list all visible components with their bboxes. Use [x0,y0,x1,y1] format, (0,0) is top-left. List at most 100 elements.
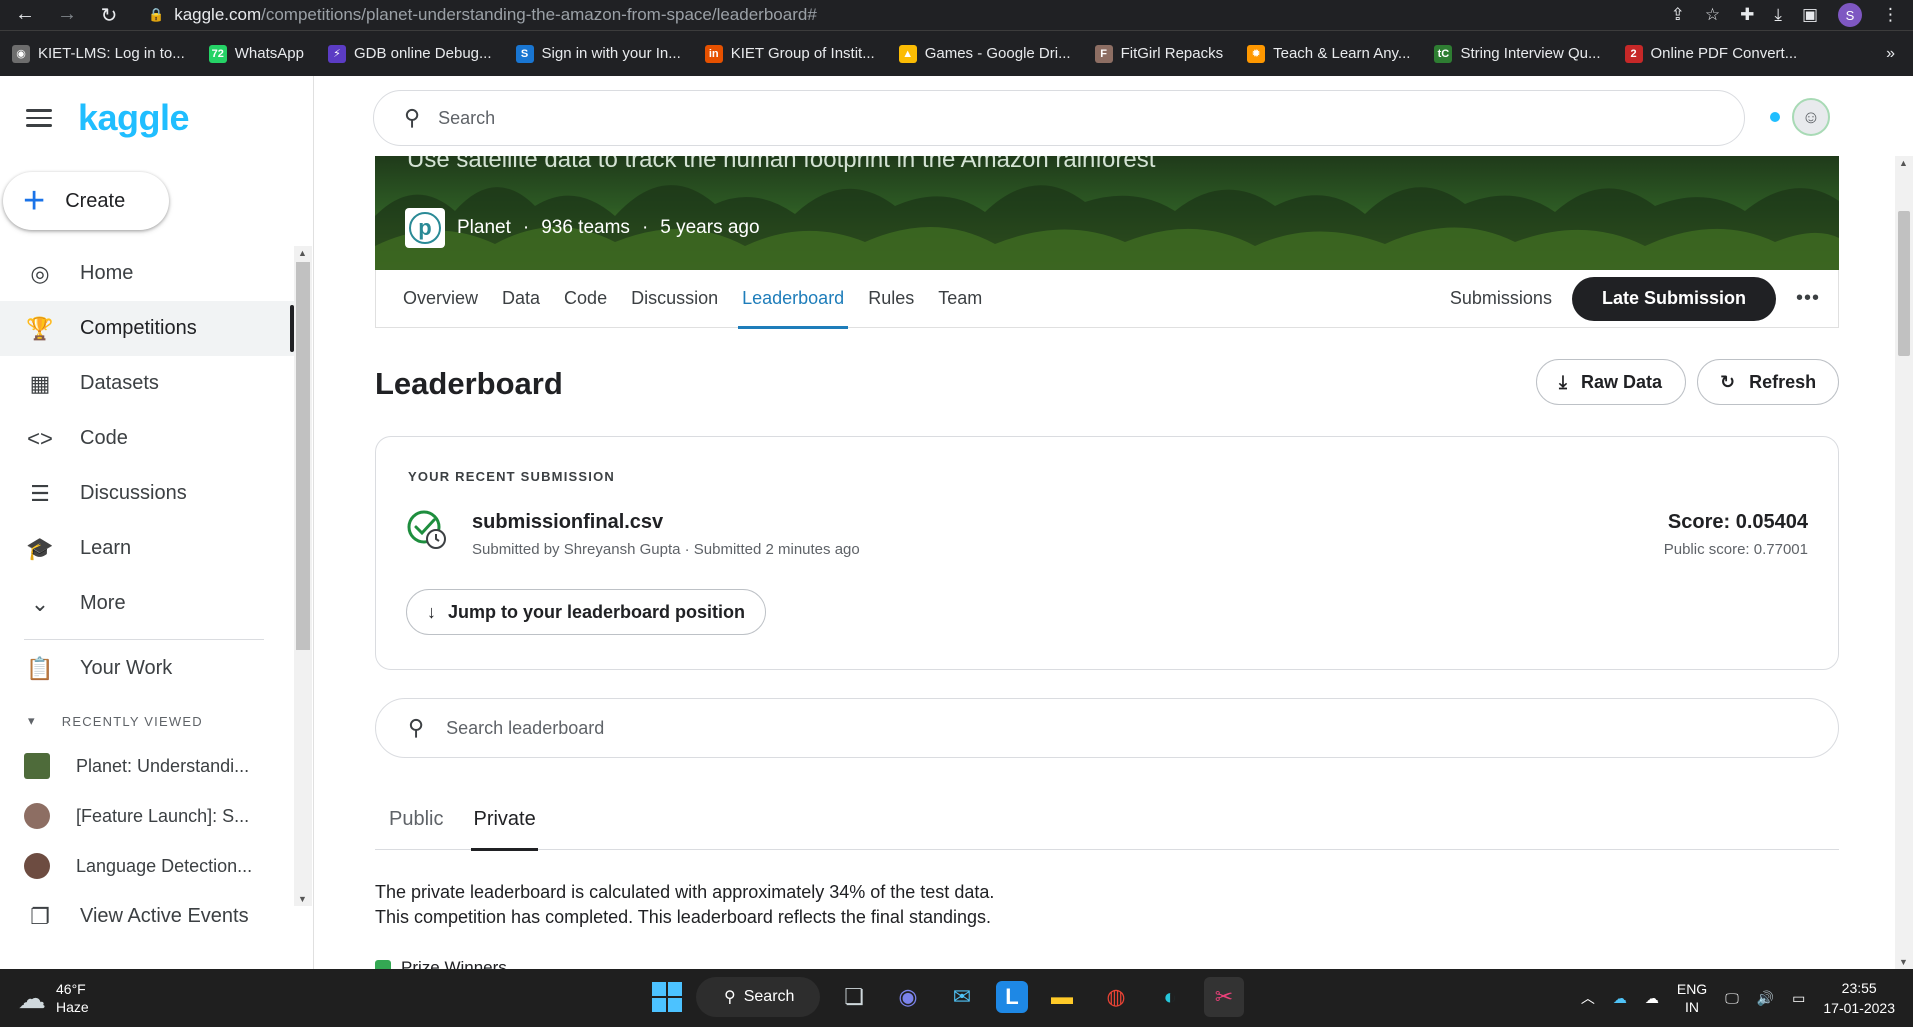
kaggle-logo[interactable]: kaggle [78,97,190,139]
weather-condition: Haze [56,999,89,1015]
bookmark-item[interactable]: in KIET Group of Instit... [704,44,875,63]
tab-overview[interactable]: Overview [403,270,478,328]
tab-public[interactable]: Public [389,790,443,850]
recent-item[interactable]: [Feature Launch]: S... [0,791,294,841]
edge-icon[interactable]: ◐ [1150,977,1190,1017]
sidepanel-icon[interactable]: ▣ [1802,5,1818,25]
task-view-icon[interactable]: ❏ [834,977,874,1017]
submissions-link[interactable]: Submissions [1450,288,1552,309]
star-icon[interactable]: ☆ [1705,5,1720,25]
jump-to-position-button[interactable]: ↓ Jump to your leaderboard position [406,589,767,635]
share-icon[interactable]: ⇪ [1671,5,1685,25]
recently-viewed-label: RECENTLY VIEWED [61,713,203,729]
more-bookmarks-icon[interactable]: » [1886,45,1895,63]
sidebar-item-your-work[interactable]: 📋 Your Work [0,641,294,696]
scroll-down-icon[interactable]: ▼ [298,894,307,904]
snipping-tool-icon[interactable]: ✂ [1204,977,1244,1017]
tab-discussion[interactable]: Discussion [631,270,718,328]
sidebar-item-code[interactable]: <> Code [0,411,294,466]
leaderboard-search[interactable]: ⚲ Search leaderboard [375,698,1839,758]
tab-team[interactable]: Team [938,270,982,328]
battery-icon[interactable]: ▭ [1792,990,1805,1007]
tab-rules[interactable]: Rules [868,270,914,328]
recent-item[interactable]: Planet: Understandi... [0,741,294,791]
tab-private[interactable]: Private [471,790,538,851]
taskbar-search[interactable]: ⚲ Search [696,977,820,1017]
scroll-down-icon[interactable]: ▼ [1899,957,1908,967]
raw-data-button[interactable]: ⤓ Raw Data [1536,359,1686,405]
teams-chat-icon[interactable]: ◉ [888,977,928,1017]
sidebar-item-discussions[interactable]: ☰ Discussions [0,466,294,521]
learn-app-icon[interactable]: L [996,981,1028,1013]
recently-viewed-header[interactable]: ▾ RECENTLY VIEWED [28,713,203,729]
back-icon[interactable]: ← [14,3,36,28]
late-submission-button[interactable]: Late Submission [1571,276,1776,321]
bookmark-favicon-icon: ▲ [898,44,917,63]
onedrive-icon[interactable]: ☁ [1613,990,1627,1007]
bookmark-item[interactable]: ✹ Teach & Learn Any... [1247,44,1410,63]
more-options-icon[interactable]: ••• [1796,287,1820,310]
search-icon: ⚲ [408,715,425,740]
scroll-up-icon[interactable]: ▲ [298,248,307,258]
leaderboard-search-input[interactable]: Search leaderboard [446,718,604,739]
site-search[interactable]: ⚲ Search [373,90,1745,146]
weather-icon: ☁ [18,982,46,1014]
reload-icon[interactable]: ↻ [98,3,120,28]
bookmark-item[interactable]: 72 WhatsApp [208,44,304,63]
main-scroll-thumb[interactable] [1898,211,1910,356]
extensions-icon[interactable]: ✚ [1740,5,1754,25]
bookmark-item[interactable]: ◉ KIET-LMS: Log in to... [12,44,185,63]
create-button[interactable]: + Create [3,172,169,230]
sidebar-item-home[interactable]: ◎ Home [0,246,294,301]
menu-icon[interactable] [26,109,52,127]
tab-leaderboard[interactable]: Leaderboard [738,270,849,329]
refresh-button[interactable]: ↻ Refresh [1697,359,1839,405]
chrome-icon[interactable]: ◍ [1096,977,1136,1017]
bookmark-item[interactable]: S Sign in with your In... [515,44,681,63]
success-check-icon [407,510,446,549]
url-host: kaggle.com [174,5,262,24]
user-avatar[interactable]: ☺ [1792,98,1830,136]
sidebar-scrollbar[interactable]: ▲ ▼ [294,246,312,906]
scroll-up-icon[interactable]: ▲ [1899,158,1908,168]
sidebar-item-more[interactable]: ⌄ More [0,576,294,631]
volume-icon[interactable]: 🔊 [1757,990,1774,1007]
main-scrollbar[interactable]: ▲ ▼ [1895,156,1913,969]
bookmark-item[interactable]: ▲ Games - Google Dri... [898,44,1071,63]
mail-icon[interactable]: ✉ [942,977,982,1017]
code-icon: <> [27,425,53,451]
bookmark-favicon-icon: ◉ [12,44,30,63]
profile-avatar[interactable]: S [1838,3,1862,27]
bookmark-item[interactable]: F FitGirl Repacks [1094,44,1223,63]
menu-icon[interactable]: ⋮ [1882,5,1899,25]
tray-chevron-icon[interactable]: ︿ [1581,988,1595,1008]
host-name[interactable]: Planet [457,217,511,239]
sidebar-scroll-thumb[interactable] [296,262,310,650]
sidebar-item-label: Competitions [80,317,197,339]
recent-thumbnail [24,853,50,879]
sidebar-item-active-events[interactable]: ❐ View Active Events [0,889,294,944]
language-indicator[interactable]: ENG IN [1677,980,1707,1016]
weather-widget[interactable]: ☁ 46°F Haze [0,980,89,1016]
bookmark-item[interactable]: ⚡ GDB online Debug... [327,44,492,63]
bookmarks-bar: ◉ KIET-LMS: Log in to... 72 WhatsApp ⚡ GDB on… [0,30,1913,76]
download-icon[interactable]: ⤓ [1774,5,1782,25]
file-explorer-icon[interactable]: ▬ [1042,977,1082,1017]
clock[interactable]: 23:55 17-01-2023 [1823,978,1895,1018]
sidebar-item-datasets[interactable]: ▦ Datasets [0,356,294,411]
cloud-icon[interactable]: ☁ [1645,990,1659,1007]
network-icon[interactable]: 🖵 [1725,990,1739,1007]
forward-icon[interactable]: → [56,3,78,28]
sidebar-item-competitions[interactable]: 🏆 Competitions [0,301,294,356]
address-field[interactable]: 🔒 kaggle.com/competitions/planet-underst… [148,5,817,25]
search-input[interactable]: Search [438,108,495,129]
tab-code[interactable]: Code [564,270,607,328]
tab-data[interactable]: Data [502,270,540,328]
home-icon: ◎ [30,260,50,286]
windows-start-icon[interactable] [652,982,682,1012]
bookmark-item[interactable]: 2 Online PDF Convert... [1624,44,1797,63]
bookmark-item[interactable]: tC String Interview Qu... [1434,44,1601,63]
competition-banner: Use satellite data to track the human fo… [375,156,1839,270]
recent-item[interactable]: Language Detection... [0,841,294,891]
sidebar-item-learn[interactable]: 🎓 Learn [0,521,294,576]
